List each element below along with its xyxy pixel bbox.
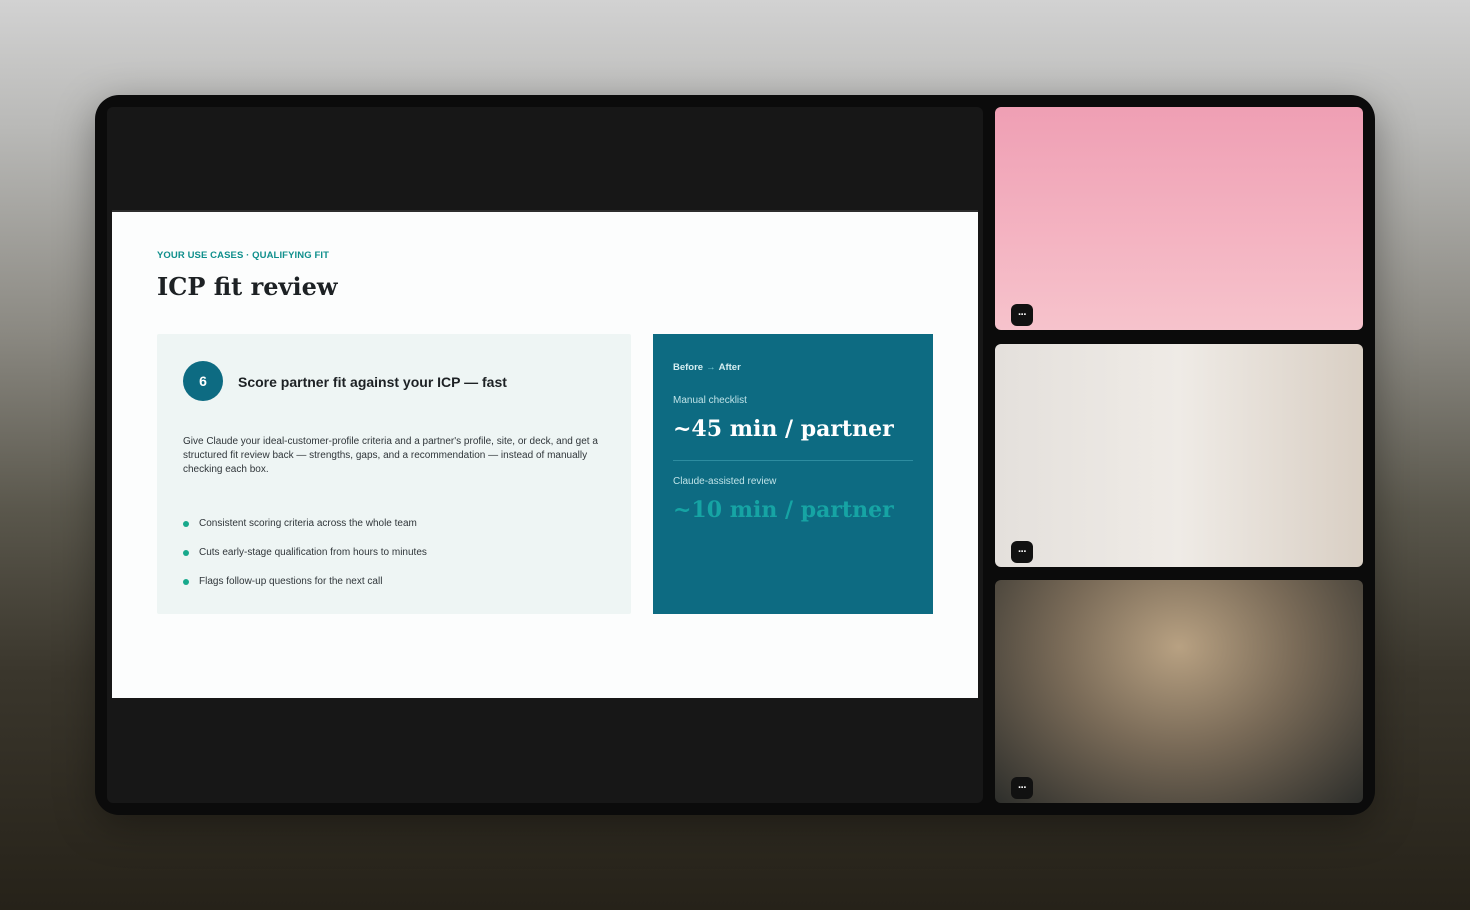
benefit-list: Consistent scoring criteria across the w… [183, 509, 427, 596]
video-call-window: YOUR USE CASES · QUALIFYING FIT ICP fit … [95, 95, 1375, 815]
before-after-heading: Before → After [673, 362, 741, 373]
step-number-badge: 6 [183, 361, 223, 401]
participant-video-tile[interactable]: ··· [995, 107, 1363, 330]
list-item: Cuts early-stage qualification from hour… [183, 538, 427, 567]
card-heading: Score partner fit against your ICP — fas… [238, 374, 507, 390]
presentation-slide: YOUR USE CASES · QUALIFYING FIT ICP fit … [112, 210, 978, 698]
bullet-dot-icon [183, 549, 189, 556]
slide-title: ICP fit review [157, 272, 338, 301]
slide-eyebrow: YOUR USE CASES · QUALIFYING FIT [157, 250, 329, 261]
list-item: Flags follow-up questions for the next c… [183, 567, 427, 596]
shared-screen: YOUR USE CASES · QUALIFYING FIT ICP fit … [107, 107, 983, 803]
list-item-text: Flags follow-up questions for the next c… [199, 576, 383, 587]
before-after-panel: Before → After Manual checklist ~45 min / … [653, 334, 933, 614]
before-value: ~45 min / partner [673, 416, 894, 442]
card-description: Give Claude your ideal-customer-profile … [183, 436, 598, 475]
list-item-text: Cuts early-stage qualification from hour… [199, 547, 427, 558]
participant-video-tile[interactable]: ··· [995, 580, 1363, 803]
after-word: After [718, 362, 741, 373]
participant-video-tile[interactable]: ··· [995, 344, 1363, 567]
list-item: Consistent scoring criteria across the w… [183, 509, 427, 538]
before-label: Manual checklist [673, 395, 747, 406]
list-item-text: Consistent scoring criteria across the w… [199, 518, 417, 529]
bullet-dot-icon [183, 520, 189, 527]
after-label: Claude-assisted review [673, 476, 777, 487]
arrow-right-icon: → [706, 362, 716, 373]
bullet-dot-icon [183, 578, 189, 585]
before-word: Before [673, 362, 704, 373]
more-options-icon[interactable]: ··· [1011, 541, 1033, 563]
panel-divider [673, 460, 913, 461]
more-options-icon[interactable]: ··· [1011, 777, 1033, 799]
after-value: ~10 min / partner [673, 497, 894, 523]
use-case-card: 6 Score partner fit against your ICP — f… [157, 334, 631, 614]
more-options-icon[interactable]: ··· [1011, 304, 1033, 326]
